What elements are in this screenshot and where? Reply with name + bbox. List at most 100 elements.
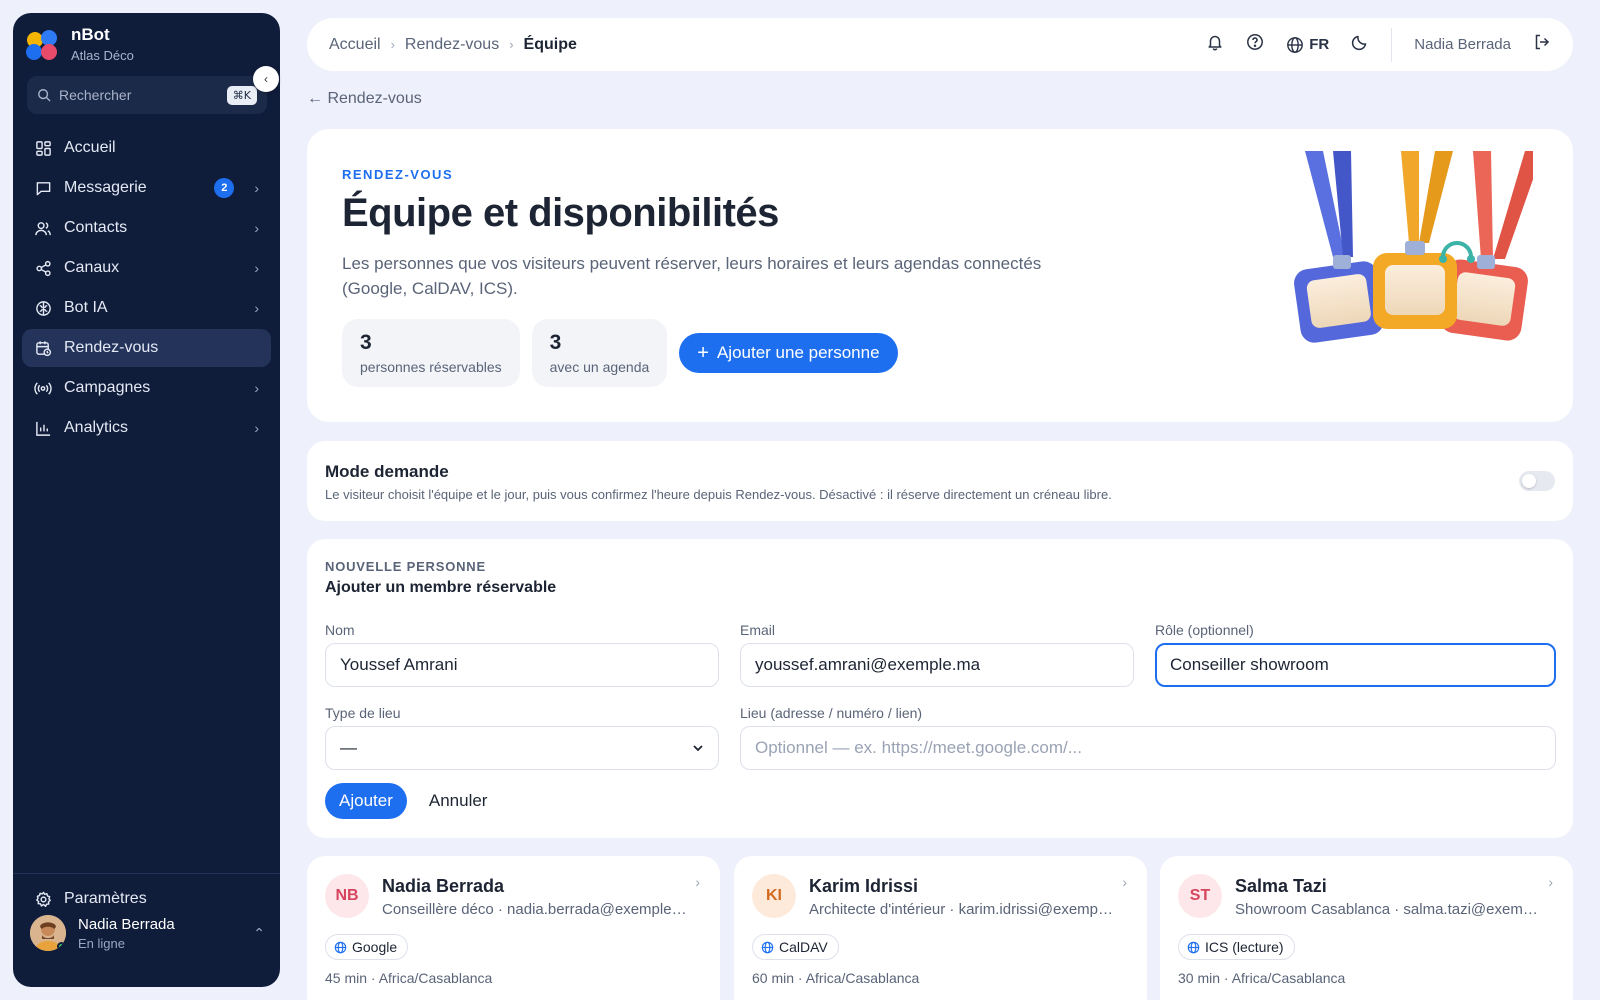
sidebar-item-label: Analytics bbox=[64, 419, 129, 436]
member-subtitle: Showroom Casablanca · salma.tazi@exemple… bbox=[1235, 901, 1540, 918]
hero-card: RENDEZ-VOUS Équipe et disponibilités Les… bbox=[307, 129, 1573, 422]
language-switcher[interactable]: FR bbox=[1286, 36, 1329, 54]
email-value: youssef.amrani@exemple.ma bbox=[755, 655, 981, 674]
topbar: Accueil › Rendez-vous › Équipe FR Nadia … bbox=[307, 18, 1573, 71]
stat-value: 3 bbox=[360, 331, 372, 354]
calendar-provider: CalDAV bbox=[779, 939, 828, 955]
broadcast-icon bbox=[34, 379, 52, 397]
form-title: Ajouter un membre réservable bbox=[325, 579, 557, 596]
email-field[interactable]: youssef.amrani@exemple.ma bbox=[740, 643, 1134, 687]
breadcrumb-accueil[interactable]: Accueil bbox=[329, 36, 381, 54]
chevron-right-icon: › bbox=[254, 300, 259, 316]
collapse-sidebar-button[interactable]: ‹ bbox=[253, 66, 279, 92]
member-subtitle: Architecte d'intérieur · karim.idrissi@e… bbox=[809, 901, 1114, 918]
member-name: Nadia Berrada bbox=[382, 876, 505, 896]
chevron-down-icon bbox=[693, 745, 703, 752]
email-label: Email bbox=[740, 622, 776, 638]
message-icon bbox=[34, 179, 52, 197]
brand-name: nBot bbox=[71, 25, 110, 44]
name-label: Nom bbox=[325, 622, 355, 638]
search-icon bbox=[38, 89, 51, 102]
globe-icon bbox=[1187, 941, 1200, 953]
submit-button[interactable]: Ajouter bbox=[325, 783, 407, 819]
sidebar-item-label: Rendez-vous bbox=[64, 339, 159, 356]
chevron-right-icon: › bbox=[695, 874, 700, 890]
brain-icon bbox=[34, 299, 52, 317]
chevron-right-icon: › bbox=[254, 260, 259, 276]
unread-badge: 2 bbox=[214, 178, 235, 198]
gear-icon bbox=[34, 890, 52, 908]
member-subtitle: Conseillère déco · nadia.berrada@exemple… bbox=[382, 901, 687, 918]
back-link[interactable]: ← Rendez-vous bbox=[307, 90, 422, 108]
sidebar-nav: Accueil Messagerie 2 › Contacts › Canaux… bbox=[22, 129, 271, 449]
help-icon[interactable] bbox=[1246, 33, 1264, 56]
logout-icon[interactable] bbox=[1533, 33, 1551, 56]
member-name: Salma Tazi bbox=[1235, 876, 1327, 896]
sidebar-item-campagnes[interactable]: Campagnes › bbox=[22, 369, 271, 407]
request-mode-description: Le visiteur choisit l'équipe et le jour,… bbox=[325, 487, 1112, 502]
globe-icon bbox=[334, 941, 347, 953]
stat-bookable: 3 personnes réservables bbox=[342, 319, 520, 387]
breadcrumb: Accueil › Rendez-vous › Équipe bbox=[329, 36, 1206, 54]
topbar-divider bbox=[1391, 27, 1393, 62]
chevron-right-icon: › bbox=[254, 180, 259, 196]
bell-icon[interactable] bbox=[1206, 33, 1224, 56]
sidebar-item-label: Contacts bbox=[64, 219, 128, 236]
breadcrumb-current: Équipe bbox=[523, 35, 577, 53]
sidebar: nBot Atlas Déco Rechercher ⌘K Accueil Me… bbox=[13, 13, 280, 987]
sidebar-item-parametres[interactable]: Paramètres bbox=[22, 880, 271, 918]
chevron-right-icon: › bbox=[509, 37, 514, 52]
member-card[interactable]: NB Nadia Berrada Conseillère déco · nadi… bbox=[307, 856, 720, 1000]
brand-logo-icon bbox=[25, 26, 61, 62]
sidebar-item-canaux[interactable]: Canaux › bbox=[22, 249, 271, 287]
search-placeholder: Rechercher bbox=[59, 87, 132, 103]
request-mode-panel: Mode demande Le visiteur choisit l'équip… bbox=[307, 441, 1573, 521]
location-type-label: Type de lieu bbox=[325, 705, 401, 721]
globe-icon bbox=[761, 941, 774, 953]
request-mode-toggle[interactable] bbox=[1519, 471, 1555, 491]
calendar-badge: CalDAV bbox=[752, 934, 839, 960]
search-input[interactable]: Rechercher ⌘K bbox=[27, 76, 267, 114]
add-person-button[interactable]: + Ajouter une personne bbox=[679, 333, 898, 373]
member-card[interactable]: KI Karim Idrissi Architecte d'intérieur … bbox=[734, 856, 1147, 1000]
location-placeholder: Optionnel — ex. https://meet.google.com/… bbox=[755, 738, 1082, 757]
sidebar-item-analytics[interactable]: Analytics › bbox=[22, 409, 271, 447]
sidebar-item-bot-ia[interactable]: Bot IA › bbox=[22, 289, 271, 327]
bar-chart-icon bbox=[34, 419, 52, 437]
chevron-up-icon: ⌃ bbox=[253, 924, 265, 941]
calendar-provider: ICS (lecture) bbox=[1205, 939, 1284, 955]
sidebar-item-label: Bot IA bbox=[64, 299, 108, 316]
sidebar-item-label: Campagnes bbox=[64, 379, 151, 396]
avatar bbox=[30, 915, 66, 951]
brand[interactable]: nBot Atlas Déco bbox=[25, 25, 134, 63]
location-type-value: — bbox=[340, 738, 357, 757]
location-label: Lieu (adresse / numéro / lien) bbox=[740, 705, 923, 721]
location-type-select[interactable]: — bbox=[325, 726, 719, 770]
name-field[interactable]: Youssef Amrani bbox=[325, 643, 719, 687]
calendar-clock-icon bbox=[34, 339, 52, 357]
cancel-button[interactable]: Annuler bbox=[429, 791, 488, 811]
add-person-label: Ajouter une personne bbox=[716, 343, 880, 362]
share-icon bbox=[34, 259, 52, 277]
chevron-right-icon: › bbox=[390, 37, 395, 52]
member-avatar: NB bbox=[325, 874, 369, 918]
sidebar-item-messagerie[interactable]: Messagerie 2 › bbox=[22, 169, 271, 207]
role-field[interactable]: Conseiller showroom bbox=[1155, 643, 1556, 687]
form-eyebrow: NOUVELLE PERSONNE bbox=[325, 559, 486, 574]
location-field[interactable]: Optionnel — ex. https://meet.google.com/… bbox=[740, 726, 1556, 770]
member-meta: 30 min · Africa/Casablanca bbox=[1178, 970, 1346, 986]
stat-with-calendar: 3 avec un agenda bbox=[531, 319, 668, 387]
breadcrumb-rendez-vous[interactable]: Rendez-vous bbox=[405, 36, 499, 54]
member-card[interactable]: ST Salma Tazi Showroom Casablanca · salm… bbox=[1160, 856, 1573, 1000]
moon-icon[interactable] bbox=[1351, 33, 1369, 56]
sidebar-item-contacts[interactable]: Contacts › bbox=[22, 209, 271, 247]
role-label: Rôle (optionnel) bbox=[1155, 622, 1254, 638]
sidebar-item-accueil[interactable]: Accueil bbox=[22, 129, 271, 167]
sidebar-item-rendez-vous[interactable]: Rendez-vous bbox=[22, 329, 271, 367]
chevron-right-icon: › bbox=[254, 420, 259, 436]
topbar-user-name[interactable]: Nadia Berrada bbox=[1414, 36, 1511, 53]
sidebar-item-label: Canaux bbox=[64, 259, 120, 276]
sidebar-item-label: Messagerie bbox=[64, 179, 147, 196]
chevron-right-icon: › bbox=[1548, 874, 1553, 890]
sidebar-user-menu[interactable]: Nadia Berrada En ligne ⌃ bbox=[30, 915, 265, 951]
